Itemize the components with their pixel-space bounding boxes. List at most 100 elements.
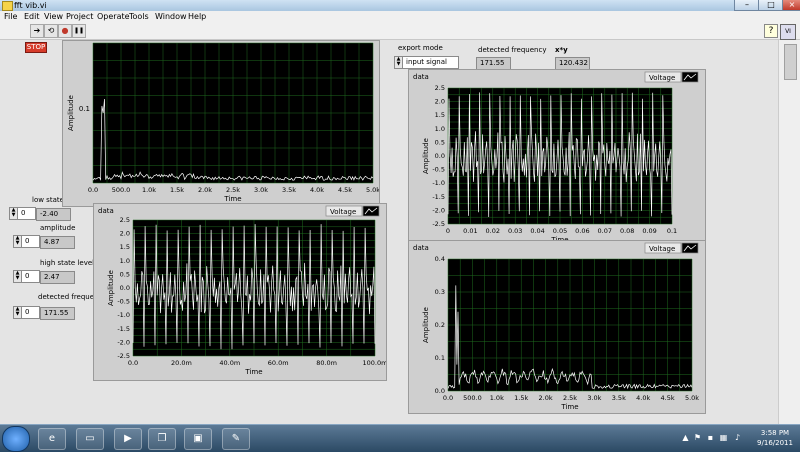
x-tick-label: 0.0: [443, 394, 453, 402]
window-title: fft vib.vi: [14, 1, 47, 10]
legend-label: Voltage: [330, 208, 356, 216]
x-tick-label: 3.5k: [282, 186, 296, 194]
x-tick-label: 1.0k: [490, 394, 504, 402]
x-tick-label: 100.0m: [363, 359, 386, 367]
app-icon: [2, 1, 13, 11]
x-tick-label: 1.5k: [170, 186, 184, 194]
x-tick-label: 500.0: [112, 186, 131, 194]
y-tick-label: 0.4: [435, 255, 445, 263]
tray-device-icon[interactable]: ▪: [706, 433, 715, 442]
graph-title: data: [413, 244, 429, 252]
x-tick-label: 1.0k: [142, 186, 156, 194]
menu-file[interactable]: File: [4, 12, 17, 21]
x-axis-label: Time: [244, 368, 262, 376]
x-tick-label: 0.04: [530, 227, 544, 235]
run-continuously-icon[interactable]: ⟲: [44, 24, 58, 38]
amplitude-index[interactable]: 0: [21, 235, 40, 248]
tray-network-icon[interactable]: ▦: [719, 433, 728, 442]
y-axis-label: Amplitude: [422, 138, 430, 174]
maximize-button[interactable]: □: [758, 0, 784, 11]
menu-view[interactable]: View: [44, 12, 63, 21]
menu-operate[interactable]: Operate: [97, 12, 130, 21]
y-axis-label: Amplitude: [422, 307, 430, 343]
x-tick-label: 40.0m: [219, 359, 240, 367]
x-tick-label: 0.06: [575, 227, 589, 235]
y-tick-label: 2.0: [120, 230, 130, 238]
paint-icon[interactable]: ✎: [222, 428, 250, 450]
detected-frequency-label: detected frequency: [478, 46, 547, 54]
close-button[interactable]: ×: [782, 0, 800, 11]
media-player-icon[interactable]: ▶: [114, 428, 142, 450]
labview-icon[interactable]: ▣: [184, 428, 212, 450]
x-tick-label: 4.0k: [310, 186, 324, 194]
graph-title: data: [413, 73, 429, 81]
export-mode-select[interactable]: input signal: [402, 56, 459, 69]
y-tick-label: 0.5: [120, 270, 130, 278]
x-tick-label: 0.08: [620, 227, 634, 235]
x-tick-label: 3.5k: [612, 394, 626, 402]
ie-icon[interactable]: e: [38, 428, 66, 450]
menu-window[interactable]: Window: [155, 12, 187, 21]
vertical-scrollbar[interactable]: [778, 40, 800, 424]
y-tick-label: -1.0: [117, 311, 130, 319]
minimize-button[interactable]: –: [734, 0, 760, 11]
detected-frequencies-index[interactable]: 0: [21, 306, 40, 319]
stop-button[interactable]: STOP: [25, 42, 47, 53]
y-tick-label: 2.5: [120, 216, 130, 224]
spectrum-graph-top[interactable]: 0.1 0.0 500.0 1.0k 1.5k 2.0k 2.5k 3.0k 3.5k 4.0k 4…: [62, 40, 380, 207]
abort-icon[interactable]: ●: [58, 24, 72, 38]
y-tick-label: 1.5: [435, 111, 445, 119]
y-tick-label: -1.5: [117, 325, 130, 333]
scroll-thumb[interactable]: [784, 44, 797, 80]
tray-flag-icon[interactable]: ⚑: [693, 433, 702, 442]
x-tick-label: 0.0: [128, 359, 138, 367]
high-state-index[interactable]: 0: [21, 270, 40, 283]
folder-icon[interactable]: ▭: [76, 428, 104, 450]
export-mode-label: export mode: [398, 44, 443, 52]
tray-volume-icon[interactable]: ♪: [733, 433, 742, 442]
x-tick-label: 60.0m: [268, 359, 289, 367]
y-tick-label: -0.5: [117, 298, 130, 306]
y-axis-label: Amplitude: [107, 270, 115, 306]
x-axis-label: Time: [223, 195, 241, 203]
x-tick-label: 2.0k: [539, 394, 553, 402]
x-tick-label: 5.0k: [366, 186, 379, 194]
x-tick-label: 3.0k: [254, 186, 268, 194]
vi-connector-icon: VI: [780, 24, 796, 40]
x-tick-label: 2.5k: [563, 394, 577, 402]
x-tick-label: 0.07: [598, 227, 612, 235]
y-tick-label: 1.0: [120, 257, 130, 265]
tray-arrow-icon[interactable]: ▲: [681, 433, 690, 442]
time-graph-top-right[interactable]: 2.5 2.0 1.5 1.0 0.5 0.0 -0.5 -1.0 -1.5 -2.0 -2.5 0 0…: [408, 69, 706, 249]
menu-help[interactable]: Help: [188, 12, 206, 21]
amplitude-value: 4.87: [40, 236, 75, 249]
menu-edit[interactable]: Edit: [24, 12, 40, 21]
x-tick-label: 4.0k: [636, 394, 650, 402]
graph-title: data: [98, 207, 114, 215]
g1-svg: 0.1 0.0 500.0 1.0k 1.5k 2.0k 2.5k 3.0k 3.5k 4.0k 4…: [67, 42, 379, 203]
x-tick-label: 4.5k: [661, 394, 675, 402]
y-axis-label: Amplitude: [67, 95, 75, 131]
taskbar-clock[interactable]: 3:58 PM 9/16/2011: [752, 428, 798, 448]
x-axis-label: Time: [560, 403, 578, 411]
low-state-index[interactable]: 0: [17, 207, 36, 220]
pause-icon[interactable]: ❚❚: [72, 24, 86, 38]
x-tick-label: 5.0k: [685, 394, 699, 402]
y-tick-label: 0.3: [435, 288, 445, 296]
y-tick-label: 0.0: [435, 152, 445, 160]
y-tick-label: -2.0: [117, 338, 130, 346]
help-icon[interactable]: ?: [764, 24, 778, 38]
window-icon[interactable]: ❐: [148, 428, 176, 450]
y-tick-label: 0.0: [120, 284, 130, 292]
xy-label: x*y: [555, 46, 568, 54]
spectrum-graph-bottom-right[interactable]: 0.4 0.3 0.2 0.1 0.0 0.0 500.0 1.0k 1.5k 2.0k 2.5k 3…: [408, 240, 706, 414]
run-icon[interactable]: ➔: [30, 24, 44, 38]
start-button[interactable]: [2, 426, 30, 452]
y-tick-label: -0.5: [432, 166, 445, 174]
legend-label: Voltage: [649, 245, 675, 253]
menu-project[interactable]: Project: [66, 12, 93, 21]
menu-tools[interactable]: Tools: [129, 12, 149, 21]
time-graph-bottom-left[interactable]: 2.5 2.0 1.5 1.0 0.5 0.0 -0.5 -1.0 -1.5 -2.0 -2.5 0.…: [93, 203, 387, 381]
y-tick-label: 1.5: [120, 243, 130, 251]
x-tick-label: 2.5k: [226, 186, 240, 194]
